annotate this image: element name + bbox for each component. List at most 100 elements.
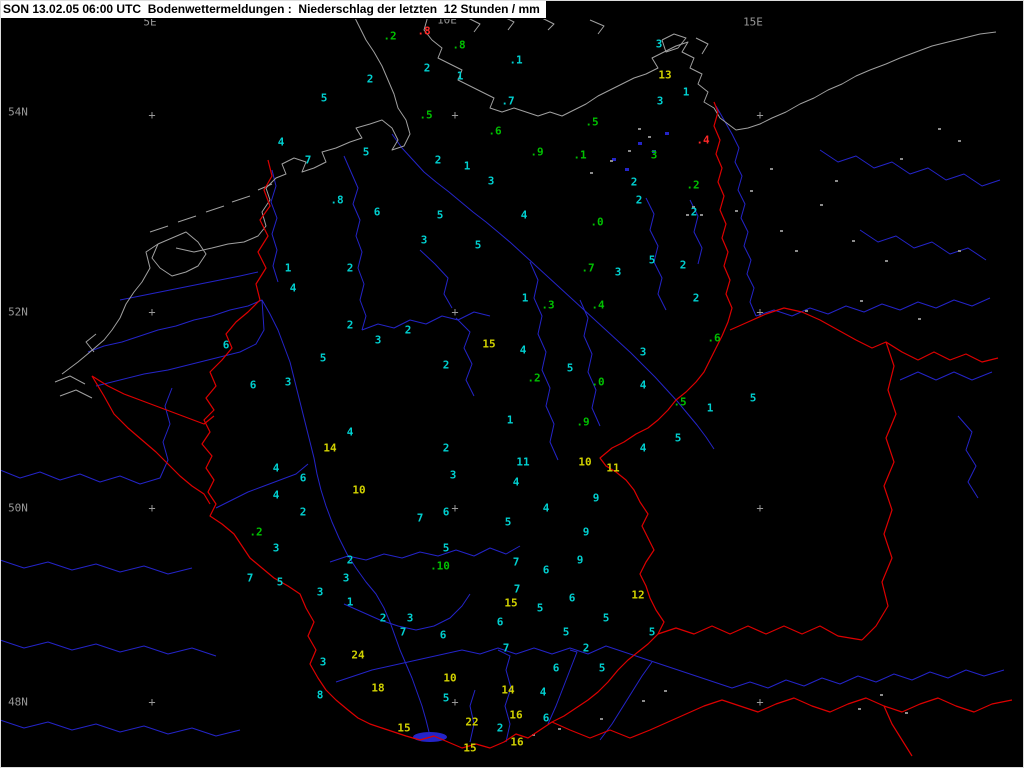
station-precip-value: 4	[639, 378, 647, 392]
station-precip-value: 15	[463, 741, 477, 755]
station-precip-value: 12	[631, 588, 645, 602]
graticule-cross: +	[756, 305, 764, 319]
station-precip-value: .1	[573, 148, 587, 162]
graticule-cross: +	[451, 108, 459, 122]
station-precip-value: 1	[456, 69, 464, 83]
station-precip-value: .7	[501, 94, 515, 108]
station-precip-value: 5	[362, 145, 370, 159]
station-precip-value: 6	[542, 711, 550, 725]
station-precip-value: 5	[504, 515, 512, 529]
station-precip-value: 6	[496, 615, 504, 629]
station-precip-value: .9	[530, 145, 544, 159]
station-precip-value: 3	[639, 345, 647, 359]
station-precip-value: 4	[539, 685, 547, 699]
station-precip-value: 8	[316, 688, 324, 702]
station-precip-value: 3	[655, 37, 663, 51]
station-precip-value: 2	[423, 61, 431, 75]
station-precip-value: 6	[568, 591, 576, 605]
station-precip-value: 11	[516, 455, 530, 469]
station-precip-value: 11	[606, 461, 620, 475]
station-precip-value: 2	[582, 641, 590, 655]
station-precip-value: 5	[442, 691, 450, 705]
station-precip-value: 4	[512, 475, 520, 489]
station-precip-value: 3	[406, 611, 414, 625]
station-precip-value: 7	[502, 641, 510, 655]
graticule-cross: +	[451, 501, 459, 515]
latitude-label: 50N	[8, 501, 28, 515]
station-precip-value: 4	[519, 343, 527, 357]
station-precip-value: 2	[404, 323, 412, 337]
station-precip-value: 3	[319, 655, 327, 669]
station-precip-value: 14	[323, 441, 337, 455]
station-precip-value: 16	[510, 735, 524, 749]
station-precip-value: .2	[686, 178, 700, 192]
station-precip-value: 6	[299, 471, 307, 485]
station-precip-value: 5	[648, 625, 656, 639]
station-precip-value: .10	[430, 559, 450, 573]
station-precip-value: 2	[635, 193, 643, 207]
station-precip-value: 7	[246, 571, 254, 585]
station-precip-value: .7	[581, 261, 595, 275]
station-precip-value: .4	[696, 133, 710, 147]
station-precip-value: 15	[397, 721, 411, 735]
station-precip-value: 4	[272, 461, 280, 475]
station-precip-value: 9	[592, 491, 600, 505]
station-precip-value: 6	[542, 563, 550, 577]
station-precip-value: 7	[304, 153, 312, 167]
station-precip-value: 3	[449, 468, 457, 482]
station-precip-value: 2	[442, 358, 450, 372]
graticule-cross: +	[756, 695, 764, 709]
station-precip-value: 2	[346, 553, 354, 567]
station-precip-value: 3	[272, 541, 280, 555]
station-precip-value: 5	[749, 391, 757, 405]
station-precip-value: 4	[542, 501, 550, 515]
station-precip-value: 2	[379, 611, 387, 625]
station-precip-value: 24	[351, 648, 365, 662]
graticule-cross: +	[148, 695, 156, 709]
station-precip-value: 5	[598, 661, 606, 675]
station-precip-value: 3	[487, 174, 495, 188]
weather-map-window: { "title_bar": { "text": "SON 13.02.05 0…	[0, 0, 1024, 768]
station-precip-value: 3	[420, 233, 428, 247]
station-precip-value: 1	[506, 413, 514, 427]
station-precip-value: .6	[707, 331, 721, 345]
station-precip-value: 6	[442, 505, 450, 519]
station-precip-value: 5	[319, 351, 327, 365]
station-precip-value: 1	[706, 401, 714, 415]
station-precip-value: 4	[520, 208, 528, 222]
latitude-label: 48N	[8, 695, 28, 709]
station-precip-value: 10	[578, 455, 592, 469]
station-precip-value: 4	[639, 441, 647, 455]
station-precip-value: .8	[417, 24, 431, 38]
station-precip-value: 22	[465, 715, 479, 729]
station-precip-value: 7	[416, 511, 424, 525]
graticule-cross: +	[756, 108, 764, 122]
station-precip-value: 2	[346, 318, 354, 332]
station-precip-value: 7	[513, 582, 521, 596]
graticule-cross: +	[451, 305, 459, 319]
station-precip-value: 5	[674, 431, 682, 445]
station-precip-value: 3	[614, 265, 622, 279]
station-precip-value: 5	[320, 91, 328, 105]
station-precip-value: 2	[690, 205, 698, 219]
station-precip-value: 7	[512, 555, 520, 569]
station-precip-value: 1	[521, 291, 529, 305]
station-precip-value: 3	[656, 94, 664, 108]
station-precip-value: .9	[576, 415, 590, 429]
station-precip-value: .6	[488, 124, 502, 138]
station-precip-value: 6	[249, 378, 257, 392]
station-precip-value: 1	[284, 261, 292, 275]
station-precip-value: 4	[289, 281, 297, 295]
station-precip-value: 3	[374, 333, 382, 347]
station-precip-value: .2	[383, 29, 397, 43]
station-precip-value: 1	[346, 595, 354, 609]
graticule-cross: +	[451, 695, 459, 709]
station-precip-value: 4	[277, 135, 285, 149]
longitude-label: 15E	[743, 15, 763, 29]
station-precip-value: 4	[346, 425, 354, 439]
station-precip-value: 15	[482, 337, 496, 351]
station-precip-value: .5	[419, 108, 433, 122]
station-precip-value: .8	[452, 38, 466, 52]
station-precip-value: 5	[648, 253, 656, 267]
graticule-cross: +	[148, 108, 156, 122]
